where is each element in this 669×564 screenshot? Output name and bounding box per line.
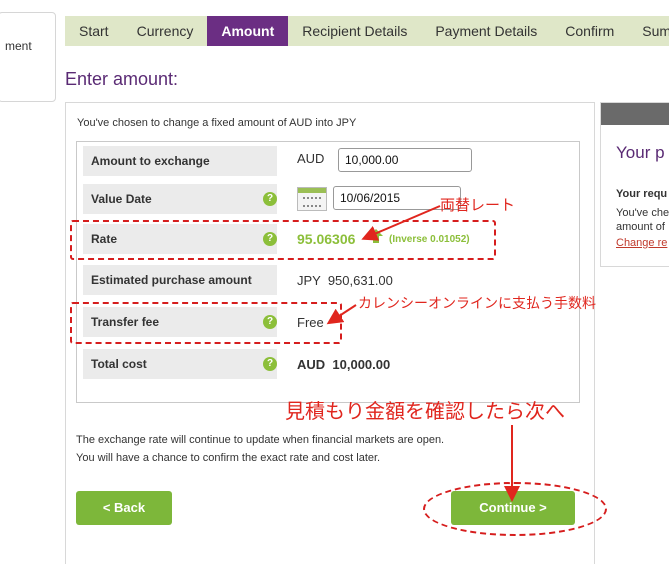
rate-arrow: [361, 205, 441, 241]
fee-arrow: [326, 304, 357, 325]
annotation-arrows: [326, 205, 520, 502]
